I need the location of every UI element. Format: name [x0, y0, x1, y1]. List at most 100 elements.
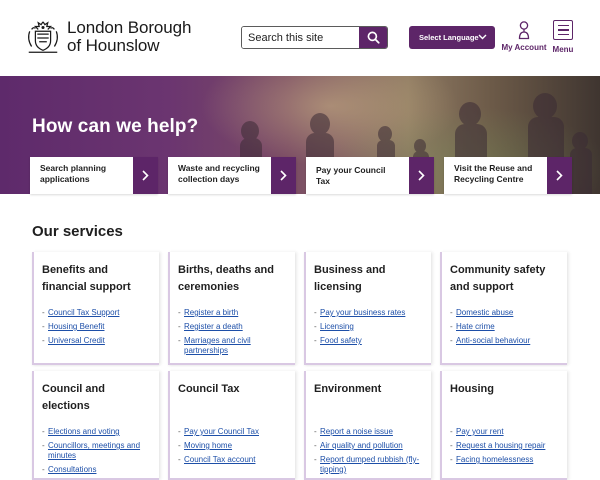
- service-link[interactable]: Request a housing repair: [456, 441, 545, 450]
- service-link-item: Marriages and civil partnerships: [178, 336, 287, 356]
- service-link-item: Facing homelessness: [450, 455, 559, 465]
- quick-link-arrow: [133, 157, 158, 194]
- service-link[interactable]: Marriages and civil partnerships: [184, 336, 251, 355]
- service-card-title: Births, deaths and ceremonies: [178, 264, 274, 293]
- service-link[interactable]: Facing homelessness: [456, 455, 533, 464]
- service-link-item: Housing Benefit: [42, 322, 151, 332]
- chevron-down-icon: [478, 34, 487, 40]
- service-card-council-elections: Council and elections Elections and voti…: [32, 371, 159, 480]
- service-link[interactable]: Council Tax account: [184, 455, 255, 464]
- service-link-item: Council Tax account: [178, 455, 287, 465]
- service-card-community-safety: Community safety and support Domestic ab…: [440, 252, 567, 365]
- quick-link-label: Search planning applications: [40, 163, 107, 184]
- quick-link-reuse-recycling-centre[interactable]: Visit the Reuse and Recycling Centre: [444, 157, 572, 194]
- service-link-item: Request a housing repair: [450, 441, 559, 451]
- service-link-item: Register a death: [178, 322, 287, 332]
- services-heading: Our services: [32, 223, 123, 240]
- service-card-title: Environment: [314, 383, 382, 395]
- service-card-housing: Housing Pay your rent Request a housing …: [440, 371, 567, 480]
- brand-line-2: of Hounslow: [67, 36, 160, 55]
- my-account-link[interactable]: My Account: [500, 20, 548, 52]
- service-link-item: Register a birth: [178, 308, 287, 318]
- quick-link-waste-recycling[interactable]: Waste and recycling collection days: [168, 157, 296, 194]
- quick-link-arrow: [547, 157, 572, 194]
- chevron-right-icon: [418, 170, 425, 181]
- menu-label: Menu: [552, 45, 574, 54]
- service-link-item: Food safety: [314, 336, 423, 346]
- service-link[interactable]: Councillors, meetings and minutes: [48, 441, 140, 460]
- service-link[interactable]: Register a birth: [184, 308, 238, 317]
- service-link[interactable]: Council Tax Support: [48, 308, 119, 317]
- search-box: [241, 26, 388, 49]
- account-label: My Account: [501, 43, 547, 52]
- service-link-item: Pay your business rates: [314, 308, 423, 318]
- quick-link-label: Visit the Reuse and Recycling Centre: [454, 163, 533, 184]
- service-link[interactable]: Licensing: [320, 322, 354, 331]
- service-card-environment: Environment Report a noise issue Air qua…: [304, 371, 431, 480]
- service-link[interactable]: Food safety: [320, 336, 362, 345]
- quick-link-label: Pay your Council Tax: [316, 164, 386, 186]
- quick-link-label: Waste and recycling collection days: [178, 163, 260, 184]
- service-link-item: Hate crime: [450, 322, 559, 332]
- service-link[interactable]: Air quality and pollution: [320, 441, 403, 450]
- service-link[interactable]: Report dumped rubbish (fly-tipping): [320, 455, 419, 474]
- service-link[interactable]: Register a death: [184, 322, 243, 331]
- quick-link-search-planning[interactable]: Search planning applications: [30, 157, 158, 194]
- crest-logo-icon: [28, 21, 58, 53]
- service-link[interactable]: Elections and voting: [48, 427, 120, 436]
- service-link[interactable]: Pay your business rates: [320, 308, 405, 317]
- service-link-item: Licensing: [314, 322, 423, 332]
- chevron-right-icon: [280, 170, 287, 181]
- account-icon: [518, 21, 530, 40]
- service-card-title: Housing: [450, 383, 494, 395]
- service-card-title: Benefits and financial support: [42, 264, 131, 293]
- quick-link-arrow: [409, 157, 434, 194]
- service-link-item: Domestic abuse: [450, 308, 559, 318]
- service-link[interactable]: Anti-social behaviour: [456, 336, 530, 345]
- service-link-item: Moving home: [178, 441, 287, 451]
- service-link-item: Air quality and pollution: [314, 441, 423, 451]
- service-link-item: Council Tax Support: [42, 308, 151, 318]
- menu-button[interactable]: Menu: [550, 20, 576, 54]
- quick-link-arrow: [271, 157, 296, 194]
- brand-line-1: London Borough: [67, 18, 192, 37]
- search-icon: [367, 31, 380, 44]
- council-name: London Borough of Hounslow: [67, 19, 191, 55]
- hero-title: How can we help?: [32, 116, 199, 137]
- service-card-council-tax: Council Tax Pay your Council Tax Moving …: [168, 371, 295, 480]
- service-link[interactable]: Hate crime: [456, 322, 495, 331]
- service-link-item: Councillors, meetings and minutes: [42, 441, 151, 461]
- chevron-right-icon: [142, 170, 149, 181]
- select-language-button[interactable]: Select Language: [409, 26, 495, 49]
- service-link-item: Consultations: [42, 465, 151, 475]
- service-card-title: Council and elections: [42, 383, 105, 412]
- service-card-title: Business and licensing: [314, 264, 386, 293]
- service-link-item: Pay your Council Tax: [178, 427, 287, 437]
- service-link[interactable]: Consultations: [48, 465, 96, 474]
- council-logo[interactable]: London Borough of Hounslow: [24, 18, 191, 56]
- service-link[interactable]: Housing Benefit: [48, 322, 104, 331]
- service-card-title: Council Tax: [178, 383, 240, 395]
- service-link[interactable]: Pay your Council Tax: [184, 427, 259, 436]
- service-link-item: Elections and voting: [42, 427, 151, 437]
- service-link[interactable]: Pay your rent: [456, 427, 504, 436]
- service-link-item: Report a noise issue: [314, 427, 423, 437]
- service-link-item: Anti-social behaviour: [450, 336, 559, 346]
- service-link[interactable]: Universal Credit: [48, 336, 105, 345]
- quick-link-council-tax[interactable]: Pay your Council Tax: [306, 157, 434, 194]
- service-link-item: Universal Credit: [42, 336, 151, 346]
- service-card-benefits: Benefits and financial support Council T…: [32, 252, 159, 365]
- service-link[interactable]: Domestic abuse: [456, 308, 513, 317]
- service-link[interactable]: Moving home: [184, 441, 232, 450]
- search-button[interactable]: [359, 27, 387, 48]
- site-header: London Borough of Hounslow Select Langua…: [0, 0, 600, 76]
- chevron-right-icon: [556, 170, 563, 181]
- service-card-births-deaths: Births, deaths and ceremonies Register a…: [168, 252, 295, 365]
- service-card-business: Business and licensing Pay your business…: [304, 252, 431, 365]
- menu-icon: [553, 20, 573, 40]
- service-link[interactable]: Report a noise issue: [320, 427, 393, 436]
- search-input[interactable]: [242, 27, 359, 48]
- service-link-item: Report dumped rubbish (fly-tipping): [314, 455, 423, 475]
- service-link-item: Pay your rent: [450, 427, 559, 437]
- language-label: Select Language: [419, 33, 479, 42]
